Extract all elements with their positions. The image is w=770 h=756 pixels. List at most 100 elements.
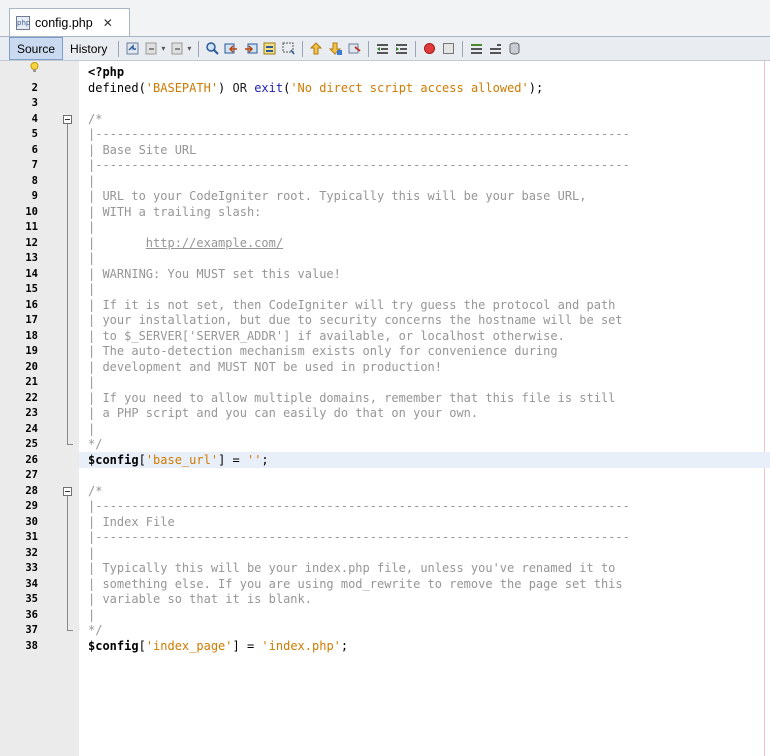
line-number: 26 — [25, 453, 38, 466]
line-number: 2 — [31, 81, 38, 94]
code-line[interactable]: /* — [88, 484, 102, 499]
line-number: 14 — [25, 267, 38, 280]
database-icon[interactable] — [507, 41, 522, 56]
prev-bookmark-icon[interactable] — [309, 41, 324, 56]
chevron-down-icon[interactable]: ▾ — [161, 44, 165, 53]
code-line[interactable]: | development and MUST NOT be used in pr… — [88, 360, 442, 375]
code-line[interactable]: $config['base_url'] = ''; — [88, 453, 269, 468]
code-line[interactable]: | variable so that it is blank. — [88, 592, 312, 607]
code-line[interactable]: | something else. If you are using mod_r… — [88, 577, 623, 592]
find-next-icon[interactable] — [243, 41, 258, 56]
history-button[interactable]: History — [63, 37, 114, 60]
code-line[interactable]: |---------------------------------------… — [88, 127, 630, 142]
line-number: 29 — [25, 500, 38, 512]
code-line[interactable]: /* — [88, 112, 102, 127]
toggle-highlight-icon[interactable] — [262, 41, 277, 56]
tab-strip: php config.php ✕ — [0, 0, 770, 36]
line-number: 31 — [25, 531, 38, 543]
line-number: 6 — [31, 143, 38, 156]
tab-label: config.php — [35, 15, 93, 30]
comment-icon[interactable] — [469, 41, 484, 56]
toolbar-separator — [118, 40, 120, 57]
line-number: 18 — [25, 329, 38, 342]
toggle-bookmark-icon[interactable] — [347, 41, 362, 56]
fold-guide-end — [67, 444, 73, 445]
line-number: 15 — [25, 283, 38, 295]
code-line[interactable]: | — [88, 282, 95, 297]
code-line[interactable]: | WITH a trailing slash: — [88, 205, 261, 220]
hint-bulb-icon[interactable] — [30, 62, 39, 73]
code-line[interactable]: | a PHP script and you can easily do tha… — [88, 406, 478, 421]
code-line[interactable]: |---------------------------------------… — [88, 158, 630, 173]
line-number: 25 — [25, 438, 38, 450]
line-number: 12 — [25, 236, 38, 249]
chevron-down-icon[interactable]: ▾ — [187, 44, 191, 53]
code-line[interactable]: | — [88, 251, 95, 266]
find-selection-icon[interactable] — [205, 41, 220, 56]
line-number: 22 — [25, 391, 38, 404]
code-line[interactable]: | — [88, 220, 95, 235]
line-number: 23 — [25, 407, 38, 419]
toggle-rect-select-icon[interactable] — [281, 41, 296, 56]
stop-macro-icon[interactable] — [441, 41, 456, 56]
shift-left-icon[interactable] — [375, 41, 390, 56]
code-line[interactable]: defined('BASEPATH') OR exit('No direct s… — [88, 81, 543, 96]
close-icon[interactable]: ✕ — [103, 16, 113, 30]
toolbar-separator — [462, 40, 464, 57]
line-number: 7 — [31, 159, 38, 171]
find-previous-icon[interactable] — [224, 41, 239, 56]
fold-toggle-icon[interactable] — [63, 486, 72, 496]
code-line[interactable]: | WARNING: You MUST set this value! — [88, 267, 341, 282]
line-number: 3 — [31, 97, 38, 109]
code-line[interactable]: | to $_SERVER['SERVER_ADDR'] if availabl… — [88, 329, 565, 344]
shift-right-icon[interactable] — [394, 41, 409, 56]
source-button[interactable]: Source — [9, 37, 64, 60]
line-number: 16 — [25, 298, 38, 311]
code-line[interactable]: | — [88, 174, 95, 189]
code-line[interactable]: | — [88, 375, 95, 390]
back-icon[interactable] — [144, 41, 159, 56]
last-edit-icon[interactable] — [125, 41, 140, 56]
line-number: 19 — [25, 345, 38, 357]
line-number: 24 — [25, 422, 38, 435]
code-line[interactable]: |---------------------------------------… — [88, 530, 630, 545]
line-number: 30 — [25, 515, 38, 528]
code-line[interactable]: | The auto-detection mechanism exists on… — [88, 344, 558, 359]
record-macro-icon[interactable] — [422, 41, 437, 56]
code-line[interactable]: | If you need to allow multiple domains,… — [88, 391, 615, 406]
code-line[interactable]: */ — [88, 623, 102, 638]
code-line[interactable]: | Typically this will be your index.php … — [88, 561, 615, 576]
code-line[interactable]: | — [88, 546, 95, 561]
line-number: 17 — [25, 314, 38, 326]
uncomment-icon[interactable] — [488, 41, 503, 56]
code-line[interactable]: <?php — [88, 65, 124, 80]
line-number: 37 — [25, 624, 38, 636]
code-line[interactable]: | — [88, 422, 95, 437]
forward-icon[interactable] — [170, 41, 185, 56]
code-line[interactable]: | your installation, but due to security… — [88, 313, 623, 328]
line-number: 33 — [25, 562, 38, 574]
code-line[interactable]: | — [88, 608, 95, 623]
next-bookmark-icon[interactable] — [328, 41, 343, 56]
toolbar-separator — [302, 40, 304, 57]
line-number: 11 — [25, 221, 38, 233]
code-line[interactable]: | If it is not set, then CodeIgniter wil… — [88, 298, 615, 313]
line-number: 8 — [31, 174, 38, 187]
line-number: 20 — [25, 360, 38, 373]
tab-config-php[interactable]: php config.php ✕ — [9, 8, 130, 36]
code-line[interactable]: */ — [88, 437, 102, 452]
code-line[interactable]: | http://example.com/ — [88, 236, 283, 251]
line-number: 34 — [25, 577, 38, 590]
line-number: 21 — [25, 376, 38, 388]
line-number: 32 — [25, 546, 38, 559]
line-number: 28 — [25, 484, 38, 497]
code-line[interactable]: | Base Site URL — [88, 143, 196, 158]
code-line[interactable]: $config['index_page'] = 'index.php'; — [88, 639, 348, 654]
line-number: 10 — [25, 205, 38, 218]
right-margin-line — [764, 61, 765, 756]
code-line[interactable]: | URL to your CodeIgniter root. Typicall… — [88, 189, 587, 204]
code-line[interactable]: |---------------------------------------… — [88, 499, 630, 514]
fold-toggle-icon[interactable] — [63, 114, 72, 124]
line-number: 38 — [25, 639, 38, 652]
code-line[interactable]: | Index File — [88, 515, 175, 530]
